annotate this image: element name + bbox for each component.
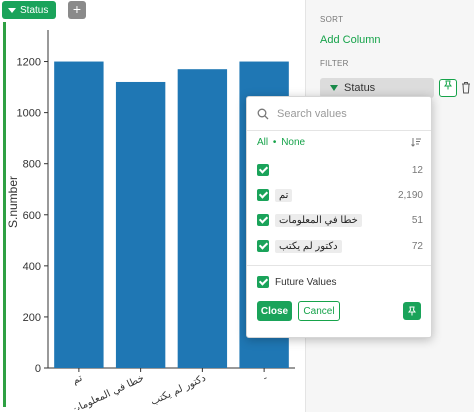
trash-icon[interactable] — [461, 81, 471, 94]
bar[interactable] — [54, 61, 104, 369]
option-checkbox[interactable] — [257, 189, 269, 201]
y-tick-label: 200 — [23, 312, 41, 324]
y-axis-label: S.number — [6, 176, 20, 228]
option-label: تم — [275, 188, 293, 202]
filter-heading: FILTER — [320, 59, 349, 68]
option-checkbox[interactable] — [257, 240, 269, 252]
option-checkbox[interactable] — [257, 214, 269, 226]
sort-heading: SORT — [320, 15, 344, 24]
option-count: 2,190 — [397, 189, 423, 201]
bar[interactable] — [115, 81, 166, 368]
status-chip-label: Status — [20, 4, 49, 16]
status-filter-chip[interactable]: Status — [2, 1, 57, 19]
y-tick-label: 600 — [23, 210, 41, 222]
y-tick-label: 800 — [23, 159, 41, 171]
select-none-link[interactable]: None — [281, 137, 305, 148]
option-count: 72 — [411, 240, 423, 252]
filter-popup: All • None 12 تم 2,190 خطا في المعلومات … — [246, 96, 432, 338]
divider — [247, 265, 431, 266]
app-root: Status + 0 200 400 600 800 1000 1200 S.number تم… — [0, 0, 474, 412]
pin-popup-button[interactable] — [403, 302, 421, 320]
add-column-link[interactable]: Add Column — [320, 34, 381, 46]
y-tick-label: 400 — [23, 261, 41, 273]
search-values-input[interactable] — [277, 107, 417, 120]
option-row[interactable]: تم 2,190 — [257, 186, 423, 204]
future-values-row[interactable]: Future Values — [257, 276, 337, 288]
option-label: دكتور لم يكتب — [275, 239, 342, 253]
option-label: خطا في المعلومات — [275, 213, 362, 227]
funnel-icon — [8, 7, 16, 13]
option-count: 51 — [411, 214, 423, 226]
bar[interactable] — [177, 69, 228, 368]
y-tick-label: 1200 — [17, 57, 41, 69]
separator: • — [272, 137, 277, 148]
x-tick-label: دكتور لم يكتب — [149, 373, 208, 408]
pin-icon — [444, 80, 452, 90]
y-tick-label: 0 — [35, 363, 41, 375]
select-all-link[interactable]: All — [257, 137, 268, 148]
pin-icon — [408, 306, 416, 316]
y-tick-label: 1000 — [17, 108, 41, 120]
add-filter-button[interactable]: + — [68, 1, 86, 19]
future-values-label: Future Values — [275, 276, 337, 288]
select-all-none: All • None — [257, 137, 305, 148]
option-row[interactable]: دكتور لم يكتب 72 — [257, 237, 423, 255]
cancel-button[interactable]: Cancel — [298, 301, 340, 321]
search-row — [247, 97, 431, 131]
sort-icon[interactable] — [411, 137, 421, 147]
option-row[interactable]: خطا في المعلومات 51 — [257, 211, 423, 229]
option-checkbox[interactable] — [257, 164, 269, 176]
option-row[interactable]: 12 — [257, 161, 423, 179]
pin-filter-button[interactable] — [439, 79, 457, 97]
future-values-checkbox[interactable] — [257, 276, 269, 288]
funnel-icon — [330, 85, 338, 91]
close-button[interactable]: Close — [257, 301, 292, 321]
x-tick-label: تم — [71, 373, 84, 387]
x-tick-label: - — [261, 373, 269, 385]
filter-field-label: Status — [344, 82, 376, 94]
option-count: 12 — [411, 164, 423, 176]
status-filter-field[interactable]: Status — [320, 78, 434, 98]
search-icon — [257, 108, 269, 119]
